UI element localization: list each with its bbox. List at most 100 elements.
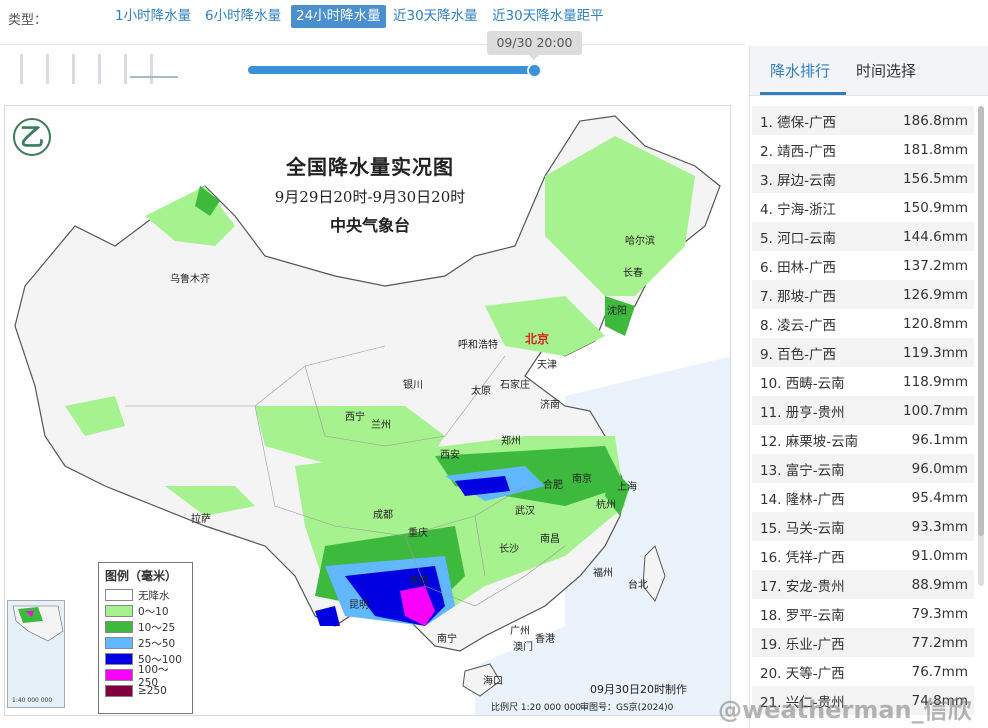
city-label: 济南	[540, 400, 560, 411]
legend-item: 10～25	[105, 619, 186, 635]
type-label: 类型：	[8, 13, 48, 28]
city-label: 天津	[537, 360, 557, 371]
station-name: 10. 西畴-云南	[760, 375, 845, 392]
active-tab-underline	[760, 92, 846, 95]
divider	[0, 44, 745, 45]
ranking-row[interactable]: 20. 天等-广西 76.7mm	[752, 657, 974, 686]
timeline-track[interactable]	[248, 66, 536, 74]
city-label: 澳门	[513, 642, 533, 653]
legend-label: 25～50	[138, 637, 176, 650]
ranking-row[interactable]: 13. 富宁-云南 96.0mm	[752, 454, 974, 483]
legend-label: 0～10	[138, 605, 169, 618]
city-label: 海口	[483, 676, 503, 687]
station-name: 13. 富宁-云南	[760, 462, 845, 479]
panel-tabs: 降水排行 时间选择	[750, 46, 988, 96]
city-label: 长沙	[499, 544, 519, 555]
precipitation-map[interactable]: 乙 全国降水量实况图 9月29日20时-9月30日20时 中央气象台 乌鲁木齐 …	[4, 105, 731, 716]
city-label: 重庆	[408, 528, 428, 539]
legend-title: 图例（毫米）	[105, 569, 178, 583]
ranking-row[interactable]: 9. 百色-广西 119.3mm	[752, 338, 974, 367]
ranking-row[interactable]: 14. 隆林-广西 95.4mm	[752, 483, 974, 512]
legend-label: 10～25	[138, 621, 176, 634]
station-name: 12. 麻栗坡-云南	[760, 433, 859, 450]
ranking-row[interactable]: 16. 凭祥-广西 91.0mm	[752, 541, 974, 570]
timeline-handle[interactable]	[527, 63, 542, 78]
legend-item: 无降水	[105, 587, 186, 603]
ranking-row[interactable]: 2. 靖西-广西 181.8mm	[752, 135, 974, 164]
ranking-row[interactable]: 11. 册亨-贵州 100.7mm	[752, 396, 974, 425]
station-name: 14. 隆林-广西	[760, 491, 845, 508]
station-name: 19. 乐业-广西	[760, 636, 845, 653]
city-label: 兰州	[371, 420, 391, 431]
map-title: 全国降水量实况图	[286, 155, 454, 179]
legend-item: 25～50	[105, 635, 186, 651]
ranking-row[interactable]: 4. 宁海-浙江 150.9mm	[752, 193, 974, 222]
legend-swatch	[105, 669, 133, 681]
city-label: 福州	[593, 568, 613, 579]
precip-value: 96.1mm	[911, 431, 968, 448]
city-label: 郑州	[501, 436, 521, 447]
page: 类型： 1小时降水量 6小时降水量 24小时降水量 近30天降水量 近30天降水…	[0, 0, 988, 728]
tab-6h-precip[interactable]: 6小时降水量	[200, 5, 286, 28]
ranking-row[interactable]: 10. 西畴-云南 118.9mm	[752, 367, 974, 396]
city-label: 昆明	[349, 600, 369, 611]
precip-value: 186.8mm	[903, 112, 968, 129]
station-name: 7. 那坡-广西	[760, 288, 837, 305]
ranking-row[interactable]: 19. 乐业-广西 77.2mm	[752, 628, 974, 657]
precip-value: 137.2mm	[903, 257, 968, 274]
precip-value: 120.8mm	[903, 315, 968, 332]
tab-30d-precip[interactable]: 近30天降水量	[388, 5, 483, 28]
city-label: 西宁	[345, 412, 365, 423]
city-label: 石家庄	[500, 380, 530, 391]
station-name: 18. 罗平-云南	[760, 607, 845, 624]
city-label: 南昌	[540, 534, 560, 545]
tab-precip-ranking[interactable]: 降水排行	[770, 60, 830, 81]
ranking-row[interactable]: 7. 那坡-广西 126.9mm	[752, 280, 974, 309]
ranking-panel: 降水排行 时间选择 1. 德保-广西 186.8mm 2. 靖西-广西 181.8mm…	[749, 46, 988, 728]
station-name: 8. 凌云-广西	[760, 317, 837, 334]
precip-value: 91.0mm	[911, 547, 968, 564]
ranking-row[interactable]: 18. 罗平-云南 79.3mm	[752, 599, 974, 628]
station-name: 20. 天等-广西	[760, 665, 845, 682]
ranking-row[interactable]: 12. 麻栗坡-云南 96.1mm	[752, 425, 974, 454]
map-review-number: 审图号：GS京(2024)0	[580, 703, 674, 713]
station-name: 2. 靖西-广西	[760, 143, 837, 160]
map-subtitle: 9月29日20时-9月30日20时	[274, 188, 466, 206]
precip-value: 79.3mm	[911, 605, 968, 622]
legend-label: ≥250	[138, 685, 167, 697]
tab-30d-anomaly[interactable]: 近30天降水量距平	[487, 5, 609, 28]
city-label: 呼和浩特	[458, 340, 498, 351]
precip-value: 119.3mm	[903, 344, 968, 361]
legend-label: 无降水	[138, 589, 170, 602]
precip-value: 93.3mm	[911, 518, 968, 535]
ranking-row[interactable]: 15. 马关-云南 93.3mm	[752, 512, 974, 541]
city-label: 银川	[403, 380, 423, 391]
tab-24h-precip[interactable]: 24小时降水量	[291, 5, 386, 28]
station-name: 15. 马关-云南	[760, 520, 845, 537]
city-label: 南宁	[437, 634, 457, 645]
city-label: 香港	[535, 634, 555, 645]
city-label: 台北	[628, 580, 648, 591]
precip-value: 96.0mm	[911, 460, 968, 477]
precip-value: 181.8mm	[903, 141, 968, 158]
city-label: 南京	[572, 474, 592, 485]
watermark: @weatherman_信欣	[718, 696, 972, 724]
map-produced-time: 09月30日20时制作	[590, 683, 687, 696]
ranking-row[interactable]: 8. 凌云-广西 120.8mm	[752, 309, 974, 338]
city-label: 哈尔滨	[625, 236, 655, 247]
ranking-row[interactable]: 17. 安龙-贵州 88.9mm	[752, 570, 974, 599]
tab-time-select[interactable]: 时间选择	[856, 60, 916, 81]
ranking-row[interactable]: 5. 河口-云南 144.6mm	[752, 222, 974, 251]
scrollbar-thumb[interactable]	[978, 106, 984, 536]
south-china-sea-inset: 1:40 000 000	[7, 600, 65, 708]
timeline-ticks	[10, 54, 178, 84]
city-label: 成都	[373, 510, 393, 521]
precip-value: 76.7mm	[911, 663, 968, 680]
ranking-row[interactable]: 3. 屏边-云南 156.5mm	[752, 164, 974, 193]
city-label: 长春	[623, 268, 643, 279]
ranking-row[interactable]: 6. 田林-广西 137.2mm	[752, 251, 974, 280]
tab-1h-precip[interactable]: 1小时降水量	[110, 5, 196, 28]
map-scale: 比例尺 1:20 000 000	[491, 703, 582, 713]
ranking-row[interactable]: 1. 德保-广西 186.8mm	[752, 106, 974, 135]
legend-swatch	[105, 589, 133, 601]
